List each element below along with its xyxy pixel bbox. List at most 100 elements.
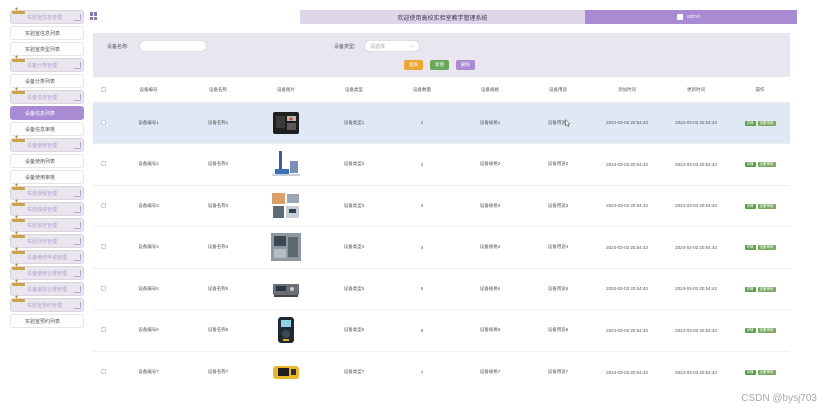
row-select-cell[interactable] (93, 101, 113, 144)
row-select-cell[interactable] (93, 226, 113, 268)
user-avatar-icon (677, 14, 683, 20)
device-usage-cell: 设备用途4 (524, 226, 592, 268)
device-code-cell: 设备编号6 (113, 309, 184, 351)
device-image (270, 108, 302, 138)
sidebar-item[interactable]: 实验室预约列表 (10, 314, 84, 328)
audit-button[interactable]: 设备审核 (757, 245, 776, 251)
menu-grid-icon[interactable] (90, 12, 98, 20)
table-row[interactable]: 设备编号4 设备名称4 设备类型4 4 设备规格4 设备用途4 2024-03-03 20:… (93, 226, 790, 268)
row-checkbox[interactable] (100, 202, 106, 208)
column-header: 添加时间 (618, 86, 636, 92)
sidebar-item[interactable]: 实验室信息列表 (10, 26, 84, 40)
sidebar-group[interactable]: ✦ 设备分类管理 (10, 55, 84, 72)
ribbon-icon: ✦ (12, 247, 25, 257)
device-code-cell: 设备编号4 (113, 226, 184, 268)
updated-time-cell: 2024-03-03 20:54:43 (662, 226, 730, 268)
select-all-cell[interactable] (93, 78, 113, 102)
sidebar-item[interactable]: 设备使用审核 (10, 170, 84, 184)
detail-button[interactable]: 详情 (744, 370, 756, 375)
user-info-bar[interactable]: admin (585, 10, 797, 24)
ribbon-icon: ✦ (12, 135, 25, 145)
sidebar-item[interactable]: 设备信息审核 (10, 122, 84, 136)
sidebar-group[interactable]: ✦ 设备使用记录管理 (10, 263, 84, 280)
detail-button[interactable]: 详情 (744, 245, 756, 251)
actions-cell: 详情 设备审核 (730, 267, 790, 310)
sidebar-group[interactable]: ✦ 实验成绩管理 (10, 199, 84, 216)
sidebar-item[interactable]: 设备分类列表 (10, 74, 84, 88)
column-header: 设备用途 (549, 86, 567, 92)
created-time-cell: 2024-03-03 20:54:43 (592, 350, 662, 393)
row-select-cell[interactable] (93, 143, 113, 185)
sidebar-item[interactable]: 设备使用列表 (10, 154, 84, 168)
table-row[interactable]: 设备编号3 设备名称3 设备类型3 3 设备规格3 设备用途3 2024-03-03 20:… (93, 184, 790, 227)
corner-mark-icon (74, 270, 81, 277)
row-select-cell[interactable] (93, 267, 113, 310)
device-spec-cell: 设备规格5 (456, 267, 524, 310)
device-type-select[interactable]: 请选择 ⌄ (364, 40, 420, 52)
sidebar-item-label: 设备分类列表 (25, 78, 56, 85)
detail-button[interactable]: 详情 (744, 162, 756, 168)
sidebar-group[interactable]: ✦ 设备使用管理 (10, 135, 84, 152)
corner-mark-icon (74, 222, 81, 229)
audit-button[interactable]: 设备审核 (757, 370, 776, 375)
sidebar-group[interactable]: ✦ 设备信息管理 (10, 87, 84, 104)
device-name-input[interactable] (139, 40, 207, 52)
ribbon-icon: ✦ (12, 87, 25, 97)
device-spec-cell: 设备规格2 (456, 143, 524, 185)
device-type-cell: 设备类型3 (320, 184, 388, 227)
table-row[interactable]: 设备编号6 设备名称6 设备类型6 6 设备规格6 设备用途6 2024-03-03 20:… (93, 309, 790, 351)
add-button[interactable]: 新增 (430, 60, 449, 70)
created-time-cell: 2024-03-03 20:54:43 (592, 184, 662, 227)
corner-mark-icon (74, 302, 81, 309)
detail-button[interactable]: 详情 (744, 120, 756, 126)
sidebar-item[interactable]: 设备信息列表 (10, 106, 84, 120)
row-select-cell[interactable] (93, 350, 113, 393)
device-usage-cell: 设备用途1 (524, 101, 592, 144)
sidebar-group[interactable]: ✦ 实验室预约管理 (10, 295, 84, 312)
device-image (270, 232, 302, 262)
audit-button[interactable]: 设备审核 (757, 162, 776, 168)
table-row[interactable]: 设备编号1 设备名称1 设备类型1 1 设备规格1 设备用途1 2024-03-03 20:… (93, 101, 790, 144)
created-time-cell: 2024-03-03 20:54:43 (592, 101, 662, 144)
row-checkbox[interactable] (100, 119, 106, 125)
audit-button[interactable]: 设备审核 (757, 203, 776, 209)
sidebar-group[interactable]: ✦ 实验报告管理 (10, 215, 84, 232)
row-select-cell[interactable] (93, 184, 113, 227)
audit-button[interactable]: 设备审核 (757, 120, 776, 126)
row-checkbox[interactable] (100, 285, 106, 291)
sidebar-group[interactable]: ✦ 设备维修申请管理 (10, 247, 84, 264)
corner-mark-icon (74, 62, 81, 69)
row-checkbox[interactable] (100, 244, 106, 250)
sidebar-item[interactable]: 实验室类型列表 (10, 42, 84, 56)
table-row[interactable]: 设备编号7 设备名称7 设备类型7 7 设备规格7 设备用途7 2024-03-03 20:… (93, 350, 790, 393)
row-checkbox[interactable] (100, 369, 106, 374)
sidebar-menu: ✦ 实验室信息管理 实验室信息列表 实验室类型列表 ✦ 设备分类管理 设备分类列表 ✦ 设备信息… (10, 7, 84, 404)
sidebar-group[interactable]: ✦ 实验课程管理 (10, 183, 84, 200)
column-header: 操作 (755, 86, 765, 92)
column-header: 设备图片 (277, 86, 295, 92)
sidebar-group[interactable]: ✦ 实验室信息管理 (10, 7, 84, 24)
row-checkbox[interactable] (100, 327, 106, 333)
column-header: 设备名称 (209, 86, 227, 92)
detail-button[interactable]: 详情 (744, 286, 756, 292)
table-row[interactable]: 设备编号5 设备名称5 设备类型5 5 设备规格5 设备用途5 2024-03-03 20:… (93, 267, 790, 310)
detail-button[interactable]: 详情 (744, 203, 756, 209)
audit-button[interactable]: 设备审核 (757, 328, 776, 334)
query-button[interactable]: 查询 (404, 60, 423, 70)
row-select-cell[interactable] (93, 309, 113, 351)
detail-button[interactable]: 详情 (744, 328, 756, 334)
device-name-cell: 设备名称2 (184, 143, 252, 185)
row-checkbox[interactable] (100, 161, 106, 167)
sidebar-group[interactable]: ✦ 设备报损记录管理 (10, 279, 84, 296)
created-time-cell: 2024-03-03 20:54:43 (592, 267, 662, 310)
device-usage-cell: 设备用途6 (524, 309, 592, 351)
device-image-cell (252, 143, 320, 185)
actions-cell: 详情 设备审核 (730, 226, 790, 268)
sidebar-group[interactable]: ✦ 实验评价管理 (10, 231, 84, 248)
select-all-checkbox[interactable] (100, 86, 106, 92)
delete-button[interactable]: 删除 (456, 60, 475, 70)
created-time-cell: 2024-03-03 20:54:43 (592, 309, 662, 351)
audit-button[interactable]: 设备审核 (757, 286, 776, 292)
corner-mark-icon (74, 254, 81, 261)
table-row[interactable]: 设备编号2 设备名称2 设备类型2 2 设备规格2 设备用途2 2024-03-03 20:… (93, 143, 790, 185)
